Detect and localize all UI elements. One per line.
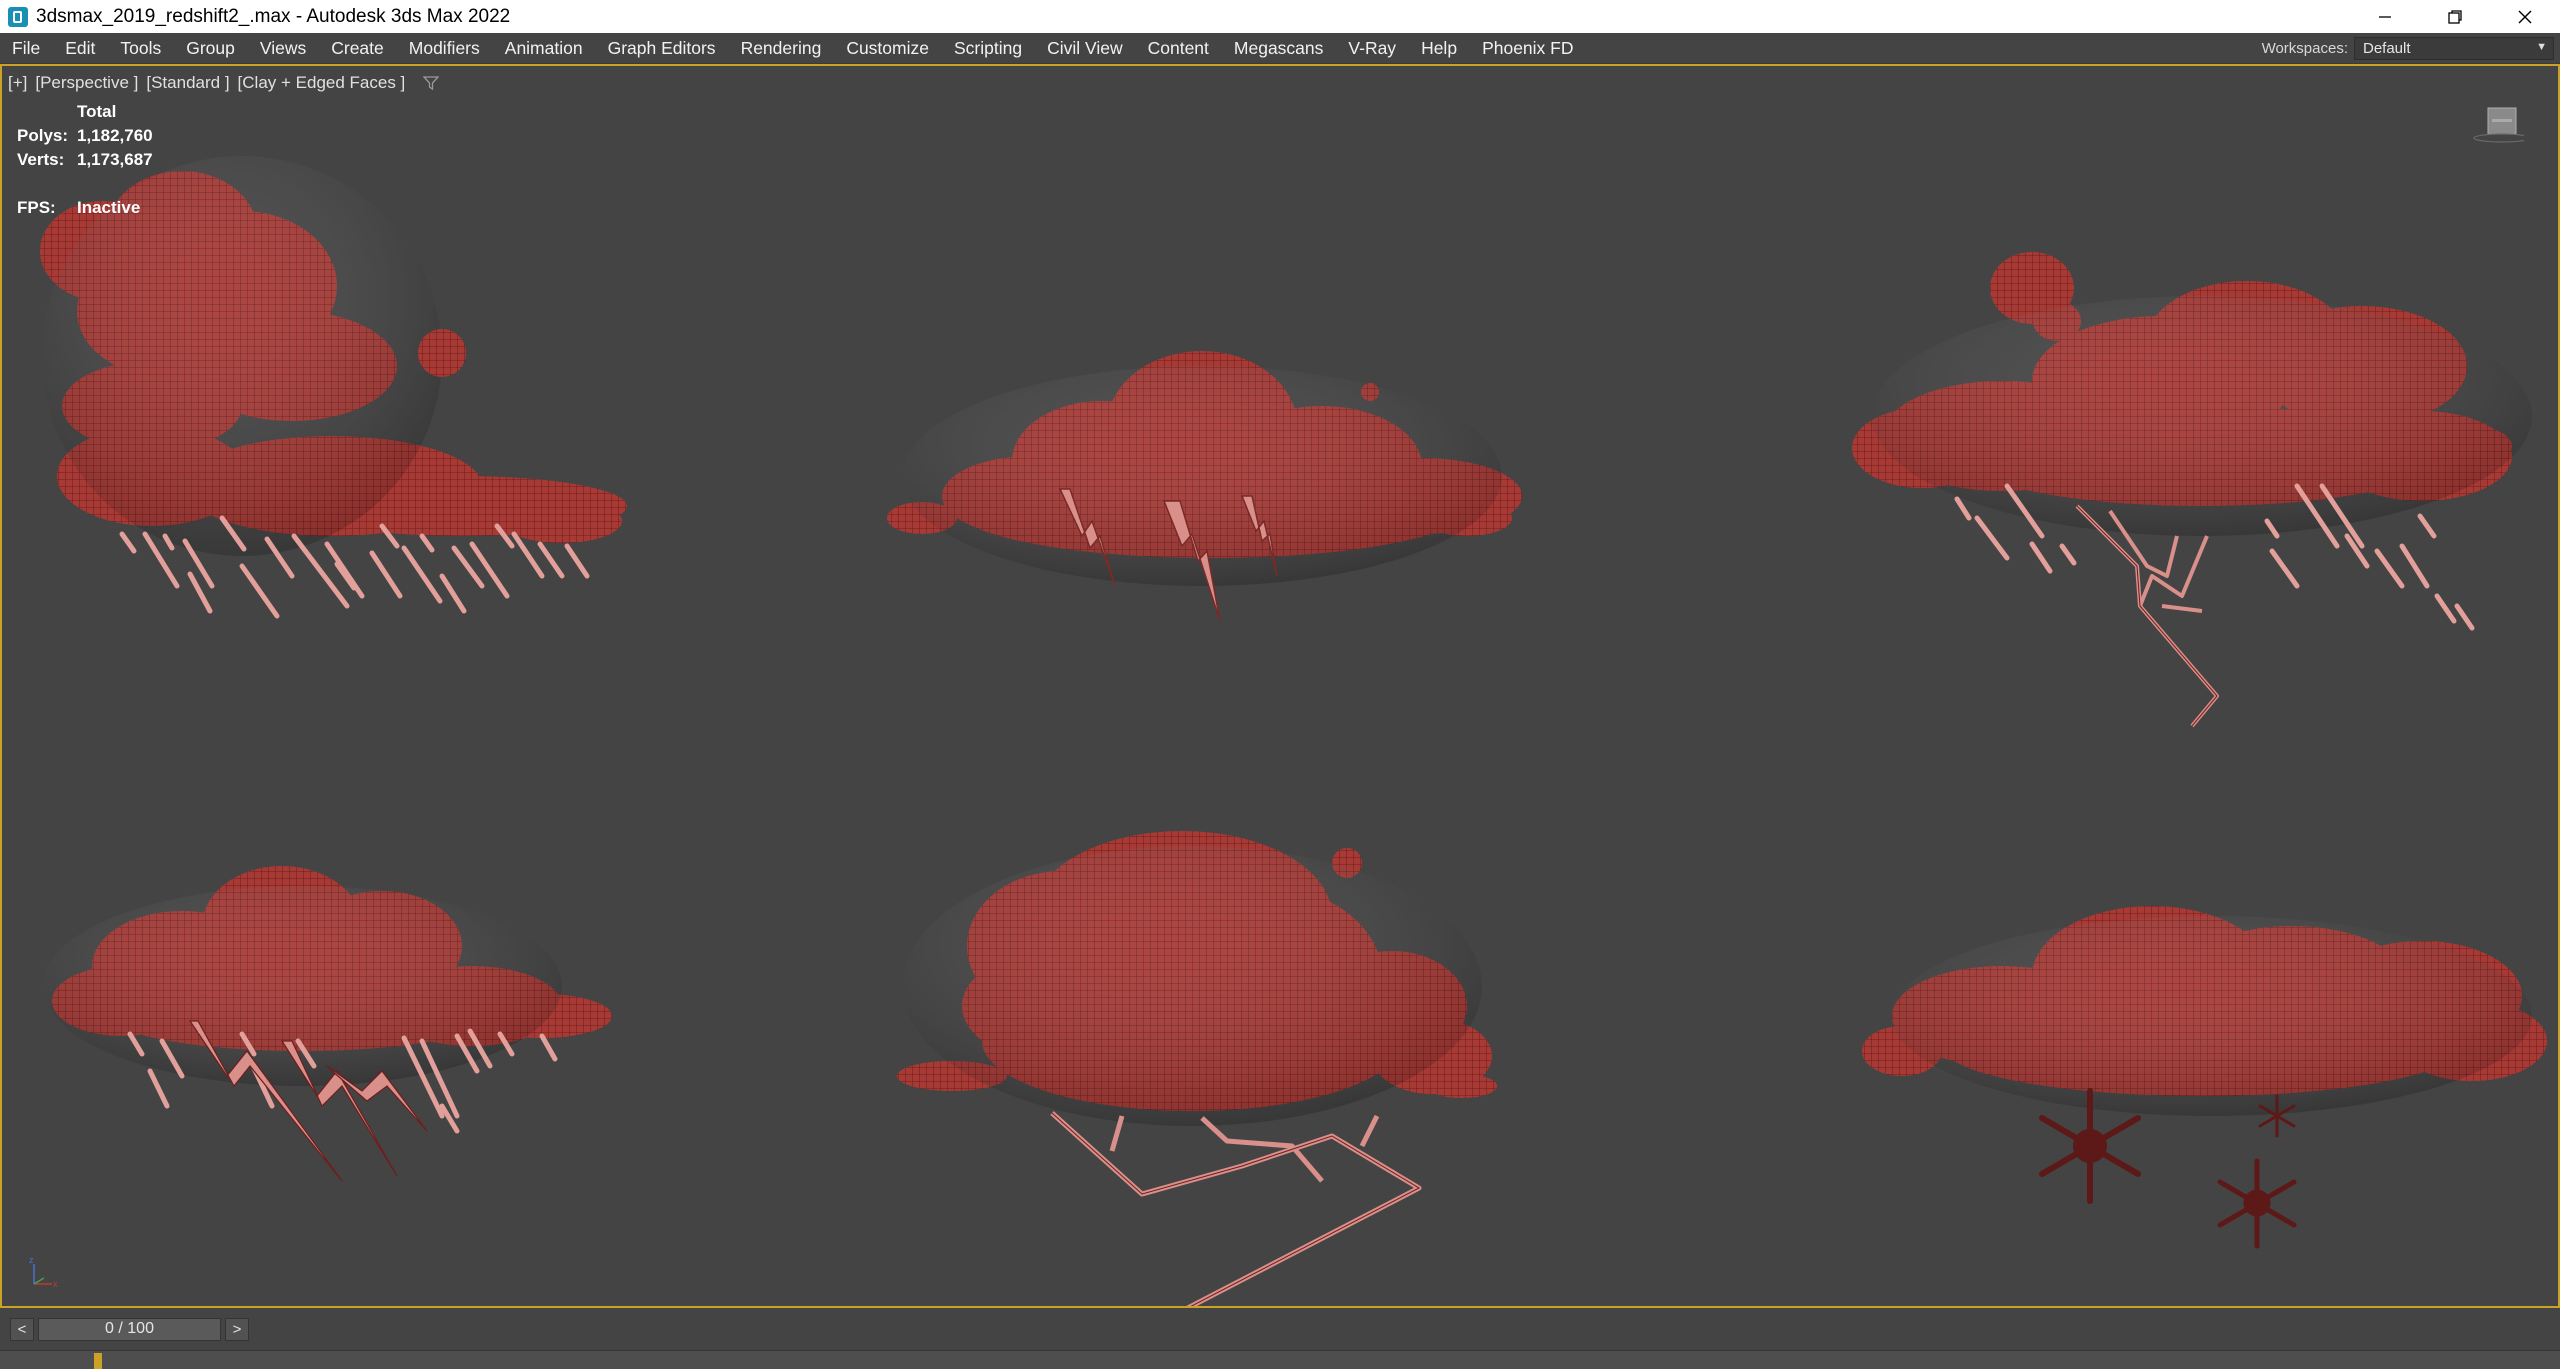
next-frame-button[interactable]: > [225, 1317, 249, 1341]
menu-content[interactable]: Content [1135, 33, 1221, 63]
close-icon [2518, 10, 2532, 23]
menu-rendering[interactable]: Rendering [728, 33, 834, 63]
workspaces-dropdown[interactable]: Default ▼ [2354, 36, 2554, 60]
viewport-label[interactable]: [+] [Perspective ] [Standard ] [Clay + E… [8, 73, 440, 93]
lightning-cloud-5[interactable] [897, 831, 1497, 1306]
fps-label: FPS: [17, 198, 56, 217]
menu-modifiers[interactable]: Modifiers [396, 33, 492, 63]
menu-group[interactable]: Group [174, 33, 248, 63]
minimize-icon [2379, 15, 2391, 18]
restore-icon [2448, 9, 2462, 24]
menu-scripting[interactable]: Scripting [941, 33, 1034, 63]
title-bar: 3dsmax_2019_redshift2_.max - Autodesk 3d… [0, 0, 2560, 33]
current-frame-marker[interactable] [94, 1353, 102, 1369]
menu-bar: File Edit Tools Group Views Create Modifiers An… [0, 33, 2560, 64]
close-button[interactable] [2490, 0, 2560, 33]
perspective-viewport[interactable]: [+] [Perspective ] [Standard ] [Clay + E… [0, 64, 2560, 1308]
menu-graph-editors[interactable]: Graph Editors [595, 33, 728, 63]
viewport-menu-view[interactable]: [Perspective ] [35, 73, 138, 93]
rain-cloud-1[interactable] [40, 156, 627, 619]
axis-tripod-icon: z x [29, 1255, 58, 1289]
menu-help[interactable]: Help [1409, 33, 1470, 63]
viewcube-icon[interactable] [2472, 106, 2524, 146]
viewport-menu-mode[interactable]: [Clay + Edged Faces ] [238, 73, 406, 93]
storm-cloud-3[interactable] [1852, 252, 2532, 728]
prev-frame-button[interactable]: < [10, 1317, 34, 1341]
workspaces-label: Workspaces: [2261, 39, 2348, 57]
time-slider-bar: < 0 / 100 > [0, 1308, 2560, 1369]
storm-cloud-4[interactable] [42, 866, 612, 1182]
window-title: 3dsmax_2019_redshift2_.max - Autodesk 3d… [36, 5, 511, 27]
minimize-button[interactable] [2350, 0, 2420, 33]
chevron-down-icon: ▼ [2536, 40, 2547, 53]
menu-create[interactable]: Create [319, 33, 397, 63]
menu-civil-view[interactable]: Civil View [1035, 33, 1136, 63]
menu-megascans[interactable]: Megascans [1221, 33, 1336, 63]
menu-items: File Edit Tools Group Views Create Modifiers An… [0, 33, 1586, 63]
viewport-menu-plus[interactable]: [+] [8, 73, 27, 93]
viewport-menu-shading[interactable]: [Standard ] [146, 73, 229, 93]
menu-tools[interactable]: Tools [108, 33, 174, 63]
menu-file[interactable]: File [0, 33, 53, 63]
svg-text:z: z [29, 1255, 34, 1265]
verts-label: Verts: [17, 150, 65, 169]
fps-value: Inactive [77, 198, 141, 217]
polys-value: 1,182,760 [77, 126, 153, 145]
menu-views[interactable]: Views [247, 33, 318, 63]
menu-animation[interactable]: Animation [492, 33, 595, 63]
svg-text:x: x [53, 1279, 58, 1289]
workspaces-selector: Workspaces: Default ▼ [2262, 33, 2560, 63]
menu-edit[interactable]: Edit [53, 33, 108, 63]
filter-icon[interactable] [423, 75, 440, 91]
window-controls [2350, 0, 2560, 33]
track-bar[interactable] [0, 1350, 2560, 1369]
viewport-scene[interactable] [2, 66, 2558, 1306]
lightning-cloud-2[interactable] [887, 351, 1522, 622]
time-slider-thumb[interactable]: 0 / 100 [38, 1317, 221, 1341]
time-slider[interactable]: < 0 / 100 > [10, 1317, 249, 1341]
menu-phoenix-fd[interactable]: Phoenix FD [1470, 33, 1586, 63]
app-icon [8, 6, 28, 27]
stats-header: Total [77, 102, 117, 121]
workspaces-value: Default [2363, 39, 2411, 57]
menu-v-ray[interactable]: V-Ray [1336, 33, 1409, 63]
restore-button[interactable] [2420, 0, 2490, 33]
polys-label: Polys: [17, 126, 69, 145]
snow-cloud-6[interactable] [1862, 906, 2547, 1249]
statistics-overlay: Total Polys: 1,182,760 Verts: 1,173,687 FP… [17, 100, 153, 220]
verts-value: 1,173,687 [77, 150, 153, 169]
menu-customize[interactable]: Customize [834, 33, 942, 63]
snowflake-2 [2217, 1158, 2297, 1249]
